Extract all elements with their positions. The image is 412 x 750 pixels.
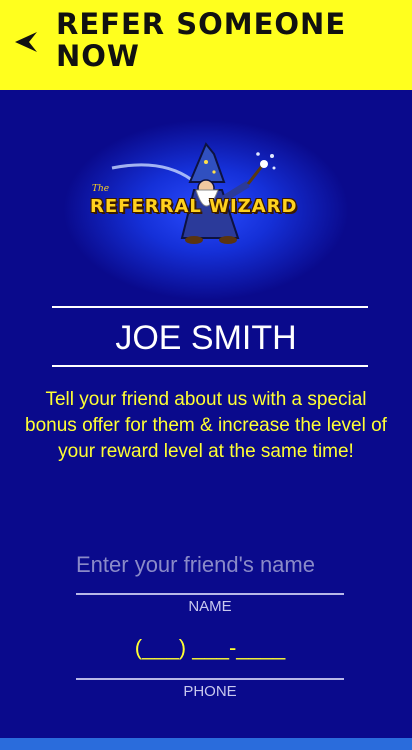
wizard-icon <box>111 142 276 244</box>
phone-underline <box>76 678 344 680</box>
name-label: NAME <box>188 598 232 615</box>
back-button[interactable] <box>10 26 42 58</box>
logo-the-text: The <box>92 184 110 194</box>
phone-input[interactable] <box>76 630 344 666</box>
referral-wizard-logo: The REFERRAL WIZARD <box>72 140 340 250</box>
friend-name-input[interactable] <box>76 545 344 585</box>
referral-description: Tell your friend about us with a special… <box>25 389 387 462</box>
name-divider-bottom <box>52 365 368 367</box>
app-header: REFER SOMEONE NOW <box>0 0 412 90</box>
user-name: JOE SMITH <box>115 319 297 357</box>
page-title: REFER SOMEONE NOW <box>56 7 347 73</box>
phone-label: PHONE <box>183 683 237 700</box>
name-underline <box>76 593 344 595</box>
referral-panel: The REFERRAL WIZARD JOE SMITH Tell your … <box>0 90 412 738</box>
name-divider-top <box>52 306 368 308</box>
logo-brand-text: REFERRAL WIZARD <box>90 196 298 217</box>
back-arrow-icon <box>15 32 37 52</box>
bottom-strip <box>0 738 412 750</box>
